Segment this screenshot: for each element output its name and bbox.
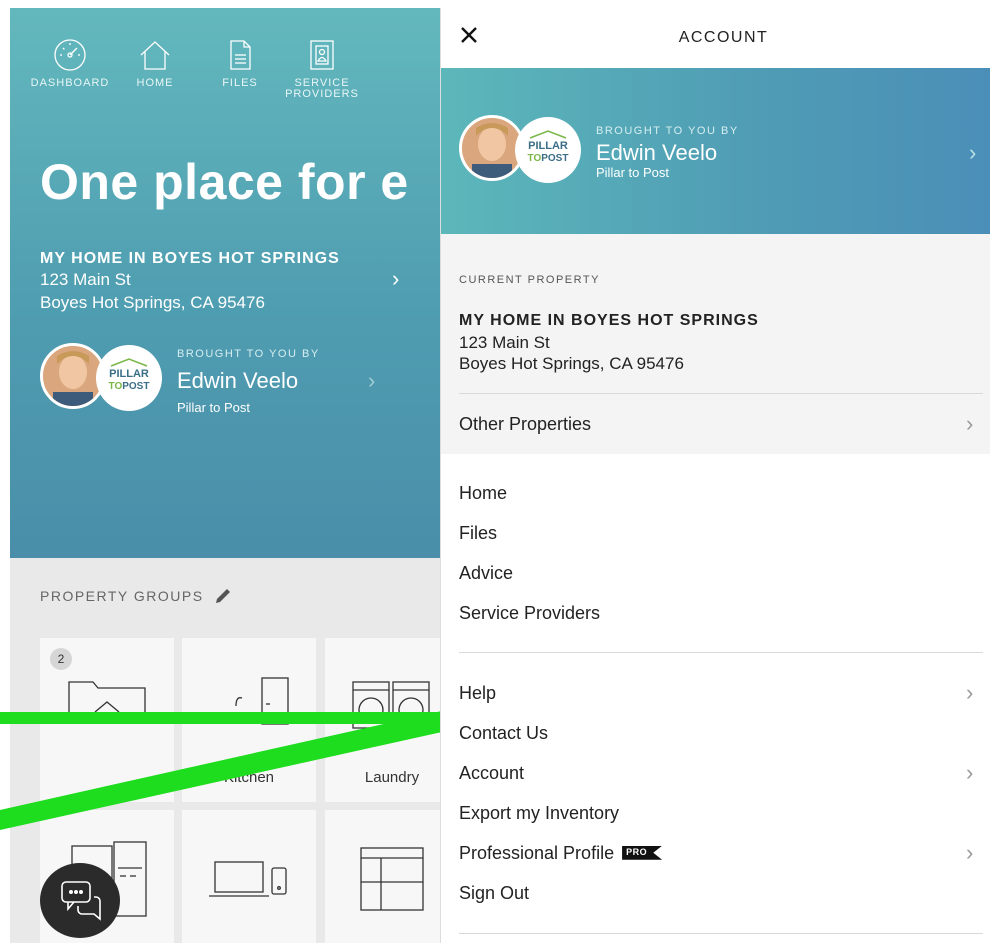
menu-item-label: Service Providers [459, 603, 601, 623]
menu-item-label: Professional Profile PRO [459, 843, 663, 864]
menu-item-account[interactable]: Account › [441, 754, 990, 794]
divider [459, 652, 983, 653]
menu-item-sign-out[interactable]: Sign Out [441, 874, 990, 914]
account-title: ACCOUNT [678, 29, 769, 46]
menu-item-contact-us[interactable]: Contact Us [441, 714, 990, 754]
current-property-section: CURRENT PROPERTY MY HOME IN BOYES HOT SP… [441, 234, 990, 454]
annotation-arrow [0, 708, 460, 830]
menu-item-files[interactable]: Files [441, 514, 990, 554]
account-header: ACCOUNT [441, 8, 990, 68]
menu-item-label: Export my Inventory [459, 803, 620, 823]
current-property-address1: 123 Main St [459, 333, 550, 352]
menu-item-label: Files [459, 523, 498, 543]
current-property-address2: Boyes Hot Springs, CA 95476 [459, 354, 684, 373]
menu-item-advice[interactable]: Advice [441, 554, 990, 594]
menu-item-label: Advice [459, 563, 514, 583]
chevron-right-icon: › [966, 760, 974, 785]
menu-item-professional-profile[interactable]: Professional Profile PRO › [441, 834, 990, 874]
sponsor-company: Pillar to Post [596, 165, 669, 180]
other-properties-row[interactable]: Other Properties › [441, 405, 990, 445]
menu-item-label: Home [459, 483, 508, 503]
menu-item-service-providers[interactable]: Service Providers [441, 594, 990, 634]
menu-item-home[interactable]: Home [441, 474, 990, 514]
sponsor-name: Edwin Veelo [596, 140, 718, 165]
chevron-right-icon: › [966, 411, 974, 436]
current-property-title: MY HOME IN BOYES HOT SPRINGS [459, 312, 759, 329]
chevron-right-icon: › [966, 680, 974, 705]
menu-item-export-inventory[interactable]: Export my Inventory [441, 794, 990, 834]
sponsor-banner[interactable]: PILLAR TOPOST BROUGHT TO YOU BY Edwin Ve… [441, 68, 990, 234]
pro-badge: PRO [622, 845, 663, 860]
professional-profile-text: Professional Profile [459, 843, 615, 863]
menu-item-help[interactable]: Help › [441, 674, 990, 714]
pillar-to-post-logo: PILLAR TOPOST [515, 117, 581, 183]
account-panel: ACCOUNT PILLAR TOPOST BROUGHT TO YOU BY … [440, 8, 990, 943]
divider [459, 393, 983, 394]
sponsor-brought-label: BROUGHT TO YOU BY [596, 125, 739, 137]
chevron-right-icon: › [969, 140, 977, 165]
other-properties-label: Other Properties [459, 414, 592, 434]
current-property-label: CURRENT PROPERTY [459, 274, 600, 286]
menu-item-label: Contact Us [459, 723, 549, 743]
menu-item-label: Account [459, 763, 525, 783]
menu-item-label: Sign Out [459, 883, 530, 903]
divider [459, 933, 983, 934]
chevron-right-icon: › [966, 840, 974, 865]
menu-item-label: Help [459, 683, 497, 703]
